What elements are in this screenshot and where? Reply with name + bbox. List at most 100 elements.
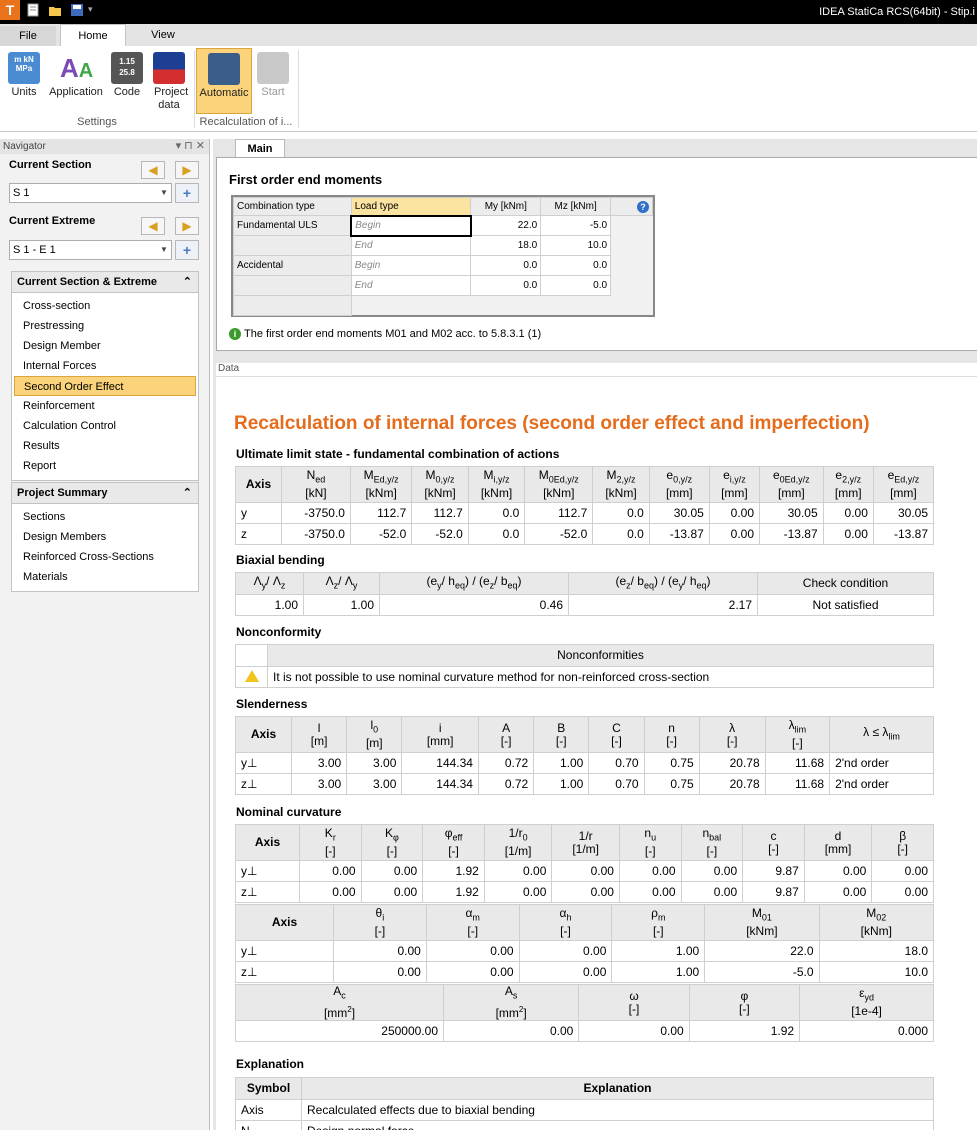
cell: -13.87 [648,523,710,545]
cell: Not satisfied [757,594,934,616]
nav-item-reinforced-cross-sections[interactable]: Reinforced Cross-Sections [12,547,198,567]
units-button[interactable]: m kN MPa Units [4,48,44,114]
cell: 0.00 [425,940,520,962]
section-explanation-title: Explanation [236,1057,305,1071]
cell: -52.0 [411,523,469,545]
next-extreme-arrow-icon[interactable]: ▶ [175,217,199,235]
table-row: N Design normal force [235,1120,934,1130]
current-section-select[interactable]: S 1 ▼ [9,183,172,203]
warning-icon [244,669,259,682]
application-button[interactable]: AA Application [46,48,106,114]
nav-item-second-order-effect[interactable]: Second Order Effect [14,376,196,396]
cell: 0.00 [680,881,744,903]
grid-empty [610,235,653,256]
nav-item-internal-forces[interactable]: Internal Forces [12,356,198,376]
prev-section-arrow-icon[interactable]: ◀ [141,161,165,179]
panel-header[interactable]: Project Summary ⌃ [12,483,198,504]
grid-cell-my[interactable]: 18.0 [470,235,542,256]
title-bar: T ▾ IDEA StatiCa RCS(64bit) - Stip.i [0,0,977,24]
grid-cell-mz[interactable]: 10.0 [540,235,612,256]
grid-new-row[interactable] [233,295,352,316]
cell: 1.92 [422,881,485,903]
nav-item-materials[interactable]: Materials [12,567,198,587]
info-text: The first order end moments M01 and M02 … [244,328,542,340]
grid-cell-my[interactable]: 0.0 [470,255,542,276]
tab-home[interactable]: Home [60,24,126,46]
grid-cell-my[interactable]: 22.0 [470,215,542,236]
calculator-icon [257,52,289,84]
grid-cell-load[interactable]: End [350,275,472,296]
tab-file[interactable]: File [0,26,56,46]
data-header: Data [216,363,977,377]
automatic-button[interactable]: Automatic [196,48,252,114]
nav-item-results[interactable]: Results [12,436,198,456]
cell: 3.00 [290,752,348,774]
next-section-arrow-icon[interactable]: ▶ [175,161,199,179]
cell: 0.00 [871,860,934,882]
grid-cell-load[interactable]: Begin [350,255,472,276]
section-biaxial-title: Biaxial bending [236,553,325,567]
nav-item-prestressing[interactable]: Prestressing [12,316,198,336]
nav-item-report[interactable]: Report [12,456,198,476]
grid-cell-combination[interactable] [233,235,352,256]
grid-empty [610,215,653,236]
end-moments-grid: Combination type Load type My [kNm] Mz [… [231,195,655,317]
table-row: It is not possible to use nominal curvat… [235,666,934,688]
project-data-icon [153,52,185,84]
nav-item-reinforcement[interactable]: Reinforcement [12,396,198,416]
cell: 9.87 [742,860,805,882]
app-logo-icon[interactable]: T [0,0,20,20]
table-header-row: Λy/ Λz Λz/ Λy (ey/ heq) / (ez/ beq) (ez/… [235,572,934,595]
grid-cell-combination[interactable] [233,275,352,296]
help-icon[interactable]: ? [637,200,649,213]
nav-item-sections[interactable]: Sections [12,507,198,527]
cell: 0.00 [618,860,682,882]
project-data-button[interactable]: Project data [148,48,190,114]
cell: z⊥ [235,773,292,795]
code-button[interactable]: 1.15 25.8 Code [108,48,146,114]
pane-controls-icon[interactable]: ▾ ⊓ ✕ [176,139,205,154]
section-nonconformity-title: Nonconformity [236,625,322,639]
grid-cell-mz[interactable]: 0.0 [540,275,612,296]
grid-cell-mz[interactable]: -5.0 [540,215,612,236]
cell: Explanation [301,1077,934,1100]
units-label: Units [11,86,37,98]
cell: 0.00 [680,860,744,882]
grid-cell-load[interactable]: Begin [350,214,472,237]
open-folder-icon[interactable] [48,3,62,17]
grid-cell-combination[interactable]: Accidental [233,255,352,276]
nav-item-cross-section[interactable]: Cross-section [12,296,198,316]
add-extreme-icon[interactable]: + [175,240,199,260]
cell: 9.87 [742,881,805,903]
cell: Symbol [235,1077,302,1100]
quick-access-dropdown-icon[interactable]: ▾ [88,4,93,15]
nav-item-calculation-control[interactable]: Calculation Control [12,416,198,436]
moments-table: Axis θi [-] αm [-] αh [-] ρm [-] M01 [kNm] M0… [235,904,935,983]
prev-extreme-arrow-icon[interactable]: ◀ [141,217,165,235]
start-button[interactable]: Start [254,48,292,114]
collapse-icon[interactable]: ⌃ [183,272,192,293]
cell: 30.05 [759,502,824,524]
nav-item-design-member[interactable]: Design Member [12,336,198,356]
nav-item-design-members[interactable]: Design Members [12,527,198,547]
grid-cell-load[interactable]: End [350,235,472,256]
calculator-icon [208,53,240,85]
cell: 20.78 [698,752,766,774]
cell: 2'nd order [829,773,934,795]
cell: 0.0 [592,502,650,524]
grid-cell-combination[interactable]: Fundamental ULS [233,215,352,236]
cell: N [235,1120,302,1130]
current-extreme-select[interactable]: S 1 - E 1 ▼ [9,240,172,260]
cell: 0.00 [299,860,362,882]
collapse-icon[interactable]: ⌃ [183,483,192,504]
grid-cell-mz[interactable]: 0.0 [540,255,612,276]
tab-main[interactable]: Main [235,139,285,157]
add-section-icon[interactable]: + [175,183,199,203]
cell: y⊥ [235,752,292,774]
grid-cell-my[interactable]: 0.0 [470,275,542,296]
panel-header[interactable]: Current Section & Extreme ⌃ [12,272,198,293]
tab-view[interactable]: View [130,24,196,46]
new-document-icon[interactable] [26,3,40,17]
cell: 0.00 [551,860,620,882]
save-icon[interactable] [70,3,84,17]
